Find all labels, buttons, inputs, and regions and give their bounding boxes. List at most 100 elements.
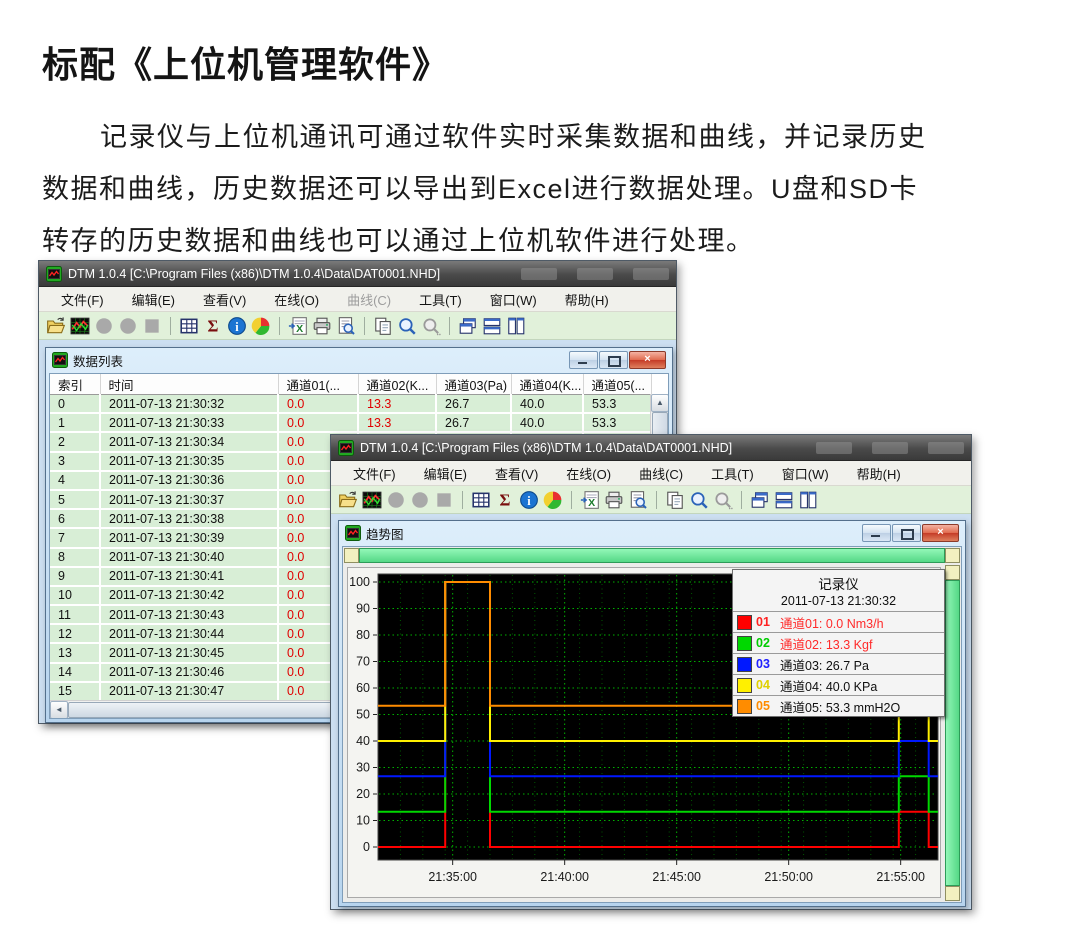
cell-time: 2011-07-13 21:30:42 — [100, 586, 278, 605]
tile-horizontal-icon[interactable] — [774, 490, 794, 510]
menu-item-查看(V)[interactable]: 查看(V) — [481, 464, 552, 483]
svg-text:X: X — [296, 323, 303, 335]
export-excel-icon[interactable]: X — [580, 490, 600, 510]
menu-item-文件(F)[interactable]: 文件(F) — [339, 464, 410, 483]
window1-titlebar[interactable]: DTM 1.0.4 [C:\Program Files (x86)\DTM 1.… — [39, 261, 676, 287]
legend-timestamp: 2011-07-13 21:30:32 — [733, 593, 944, 612]
cell-index: 3 — [50, 452, 100, 471]
trend-titlebar[interactable]: 趋势图 × — [339, 521, 965, 545]
tile-vertical-icon[interactable] — [798, 490, 818, 510]
time-scrollbar-horizontal[interactable] — [344, 548, 960, 563]
data-list-titlebar[interactable]: 数据列表 × — [46, 348, 672, 372]
scrollbar-track[interactable] — [945, 580, 960, 886]
record-icon — [94, 316, 114, 336]
menu-item-查看(V)[interactable]: 查看(V) — [189, 290, 260, 309]
info-icon[interactable]: i — [227, 316, 247, 336]
menu-item-工具(T)[interactable]: 工具(T) — [697, 464, 768, 483]
data-list-icon[interactable] — [179, 316, 199, 336]
close-button[interactable]: × — [922, 524, 959, 542]
column-header[interactable]: 索引 — [50, 374, 100, 395]
column-header[interactable]: 通道04(K... — [511, 374, 583, 395]
close-button[interactable]: × — [629, 351, 666, 369]
scrollbar-end-box[interactable] — [945, 565, 960, 580]
cascade-windows-icon[interactable] — [750, 490, 770, 510]
legend-item: 04通道04: 40.0 KPa — [733, 675, 944, 696]
open-file-icon[interactable] — [46, 316, 66, 336]
legend-channel-label: 通道03: 26.7 Pa — [780, 655, 869, 674]
menu-item-帮助(H)[interactable]: 帮助(H) — [551, 290, 623, 309]
trend-view-icon[interactable] — [70, 316, 90, 336]
print-preview-icon[interactable] — [628, 490, 648, 510]
scrollbar-end-box[interactable] — [945, 548, 960, 563]
value-scrollbar-vertical[interactable] — [945, 565, 960, 901]
print-icon[interactable] — [312, 316, 332, 336]
svg-text:50: 50 — [356, 708, 370, 722]
cell-index: 15 — [50, 682, 100, 701]
window2-titlebar[interactable]: DTM 1.0.4 [C:\Program Files (x86)\DTM 1.… — [331, 435, 971, 461]
maximize-button[interactable] — [577, 268, 613, 280]
pie-chart-icon[interactable] — [543, 490, 563, 510]
svg-text:60: 60 — [356, 681, 370, 695]
scroll-up-button[interactable]: ▲ — [651, 394, 669, 412]
menu-item-窗口(W)[interactable]: 窗口(W) — [768, 464, 843, 483]
statistics-icon[interactable]: Σ — [495, 490, 515, 510]
scrollbar-track[interactable] — [359, 548, 945, 563]
cell-channel-value: 13.3 — [358, 413, 436, 432]
minimize-button[interactable] — [521, 268, 557, 280]
menu-item-窗口(W)[interactable]: 窗口(W) — [476, 290, 551, 309]
svg-text:90: 90 — [356, 602, 370, 616]
column-header[interactable]: 通道05(... — [583, 374, 651, 395]
export-excel-icon[interactable]: X — [288, 316, 308, 336]
cell-time: 2011-07-13 21:30:39 — [100, 528, 278, 547]
column-header[interactable]: 通道02(K... — [358, 374, 436, 395]
svg-text:100: 100 — [349, 575, 370, 589]
maximize-button[interactable] — [599, 351, 628, 369]
tile-horizontal-icon[interactable] — [482, 316, 502, 336]
menu-item-曲线(C)[interactable]: 曲线(C) — [625, 464, 697, 483]
data-list-icon[interactable] — [471, 490, 491, 510]
cell-index: 8 — [50, 548, 100, 567]
trend-view-icon[interactable] — [362, 490, 382, 510]
trend-window: 趋势图 × 21:35:0021:40:0021:45:0021:50:0021… — [338, 520, 966, 907]
minimize-button[interactable] — [816, 442, 852, 454]
chart-legend: 记录仪 2011-07-13 21:30:32 01通道01: 0.0 Nm3/… — [732, 569, 945, 717]
menu-item-工具(T)[interactable]: 工具(T) — [405, 290, 476, 309]
close-button[interactable] — [633, 268, 669, 280]
copy-icon[interactable] — [665, 490, 685, 510]
menu-item-在线(O)[interactable]: 在线(O) — [260, 290, 333, 309]
pie-chart-icon[interactable] — [251, 316, 271, 336]
zoom-icon[interactable] — [397, 316, 417, 336]
info-icon[interactable]: i — [519, 490, 539, 510]
table-row[interactable]: 02011-07-13 21:30:320.013.326.740.053.3 — [50, 395, 651, 414]
legend-item: 01通道01: 0.0 Nm3/h — [733, 612, 944, 633]
zoom-icon[interactable] — [689, 490, 709, 510]
minimize-button[interactable] — [569, 351, 598, 369]
column-header[interactable]: 通道03(Pa) — [436, 374, 511, 395]
menu-item-编辑(E)[interactable]: 编辑(E) — [410, 464, 481, 483]
print-icon[interactable] — [604, 490, 624, 510]
data-list-icon — [52, 352, 68, 368]
stop-icon — [434, 490, 454, 510]
menu-item-帮助(H)[interactable]: 帮助(H) — [843, 464, 915, 483]
cascade-windows-icon[interactable] — [458, 316, 478, 336]
copy-icon[interactable] — [373, 316, 393, 336]
maximize-button[interactable] — [872, 442, 908, 454]
print-preview-icon[interactable] — [336, 316, 356, 336]
table-row[interactable]: 12011-07-13 21:30:330.013.326.740.053.3 — [50, 413, 651, 432]
menu-item-文件(F)[interactable]: 文件(F) — [47, 290, 118, 309]
scrollbar-end-box[interactable] — [945, 886, 960, 901]
column-header[interactable]: 通道01(... — [278, 374, 358, 395]
tile-vertical-icon[interactable] — [506, 316, 526, 336]
open-file-icon[interactable] — [338, 490, 358, 510]
scroll-left-button[interactable]: ◄ — [50, 701, 68, 719]
menu-item-编辑(E)[interactable]: 编辑(E) — [118, 290, 189, 309]
minimize-button[interactable] — [862, 524, 891, 542]
statistics-icon[interactable]: Σ — [203, 316, 223, 336]
cell-index: 9 — [50, 567, 100, 586]
close-button[interactable] — [928, 442, 964, 454]
column-header[interactable]: 时间 — [100, 374, 278, 395]
menu-item-在线(O)[interactable]: 在线(O) — [552, 464, 625, 483]
maximize-button[interactable] — [892, 524, 921, 542]
scrollbar-end-box[interactable] — [344, 548, 359, 563]
cell-index: 13 — [50, 643, 100, 662]
